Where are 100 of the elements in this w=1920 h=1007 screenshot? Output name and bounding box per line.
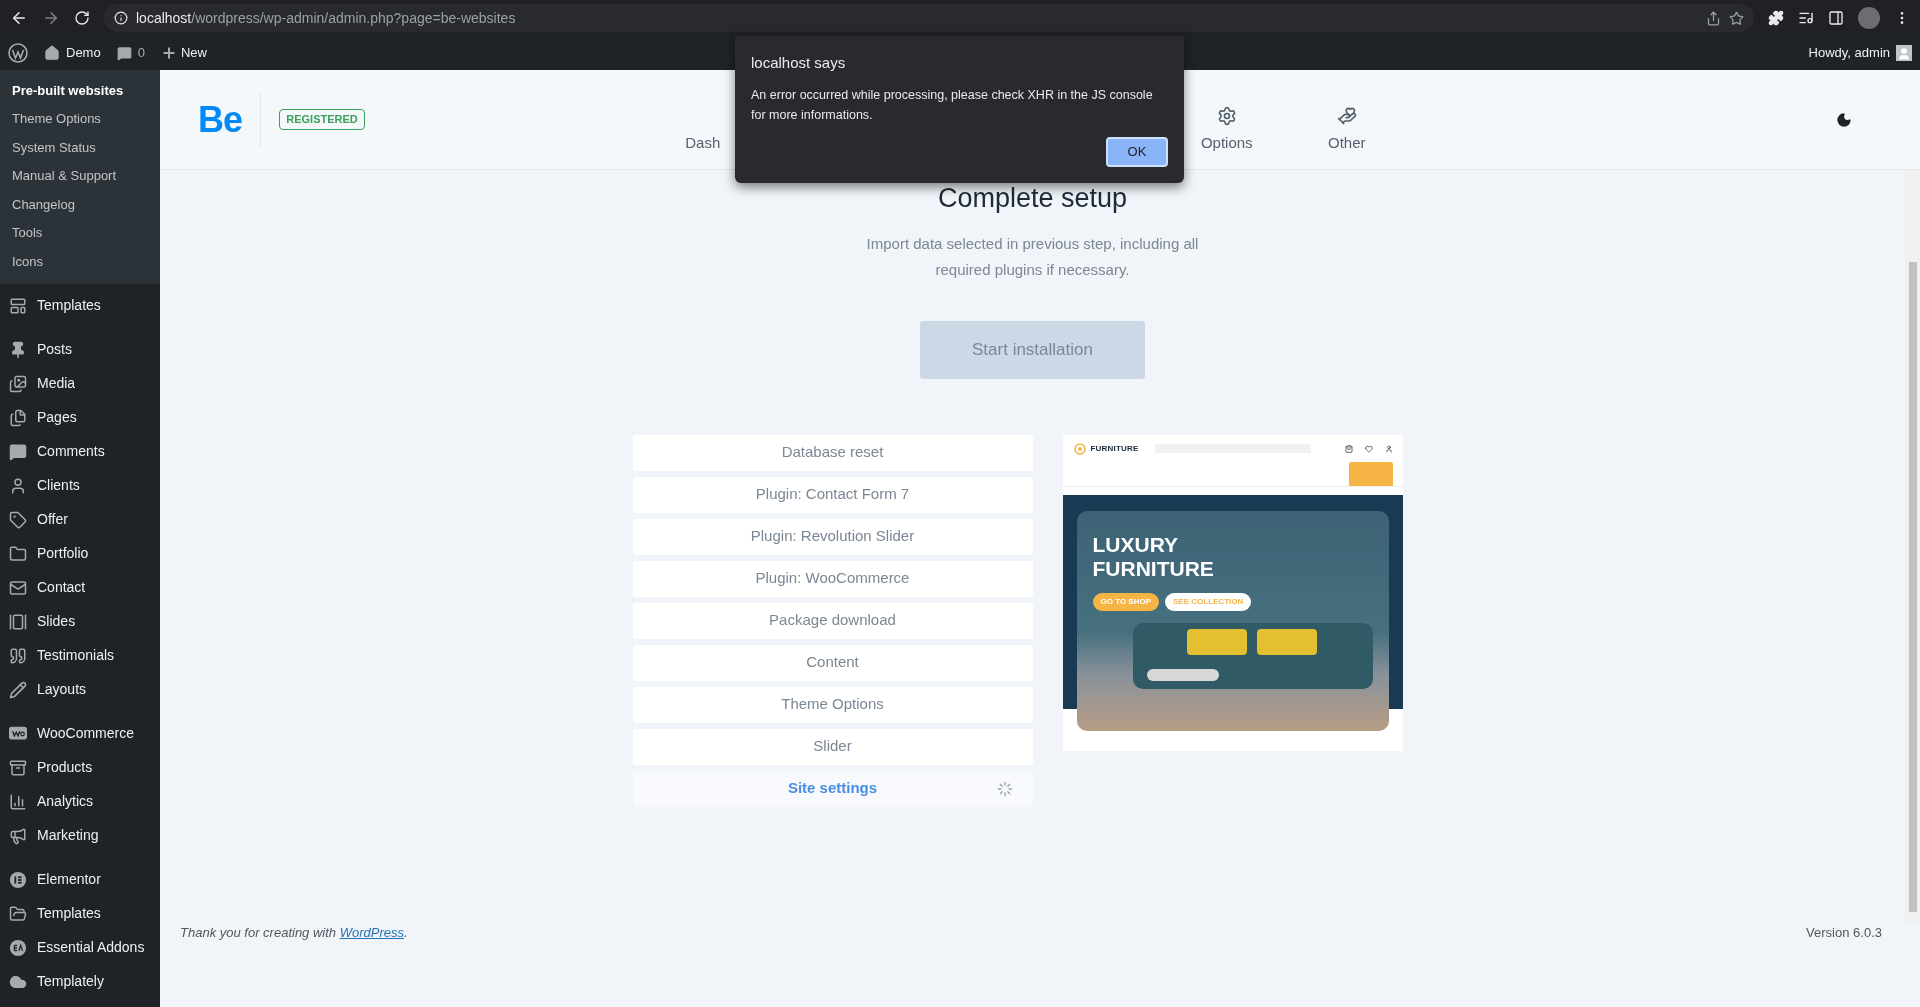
submenu-item[interactable]: Manual & Support [0,161,160,190]
forward-icon[interactable] [42,9,60,27]
woo-icon [9,725,27,742]
setup-step: Package download [632,602,1033,639]
share-icon[interactable] [1706,10,1721,26]
footer-text: Thank you for creating with WordPress. [180,924,408,942]
media-list-icon[interactable] [1798,10,1814,26]
reload-icon[interactable] [74,10,90,26]
pencil-icon [9,680,27,699]
info-icon [114,11,128,25]
folder-icon [9,544,27,563]
dialog-message: An error occurred while processing, please check XHR in the JS console for more informations. [751,86,1154,124]
hand-heart-icon [1336,106,1357,126]
menu-item[interactable]: Comments [0,434,160,469]
nav-tab[interactable]: Other [1306,106,1387,155]
setup-step: Plugin: WooCommerce [632,560,1033,597]
menu-item[interactable]: Media [0,366,160,401]
comment-icon [9,442,27,461]
elementor-icon [9,869,27,890]
mail-icon [9,578,27,597]
setup-step: Database reset [632,434,1033,471]
plus-icon [160,45,177,61]
submenu-item[interactable]: Icons [0,247,160,276]
images-icon [9,374,27,393]
thumbnail-brand: FURNITURE [1090,442,1139,455]
dialog-title: localhost says [751,53,847,73]
bag-icon [1344,444,1353,453]
nav-tab[interactable]: Options [1186,106,1267,155]
ok-button[interactable]: OK [1106,136,1168,167]
thumbnail-button: GO TO SHOP [1092,592,1160,611]
submenu-item[interactable]: Theme Options [0,104,160,133]
back-icon[interactable] [10,9,28,27]
dark-mode-icon[interactable] [1836,111,1852,128]
thumbnail-headline: FURNITURE [1092,556,1215,581]
setup-step: Plugin: Contact Form 7 [632,476,1033,513]
thumbnail-headline: LUXURY [1092,532,1180,557]
tag-icon [9,510,27,529]
archive-icon [9,758,27,777]
new-link[interactable]: New [160,43,207,63]
setup-step: Site settings [632,770,1033,807]
quote-icon [9,646,27,665]
url-text: localhost/wordpress/wp-admin/admin.php?page=be-websites [136,8,516,28]
submenu-item[interactable]: Changelog [0,190,160,219]
setup-step: Content [632,644,1033,681]
megaphone-icon [9,826,27,845]
loading-spinner-icon [996,780,1013,797]
menu-item[interactable]: Essential Addons [0,930,160,965]
version-text: Version 6.0.3 [1806,924,1882,942]
menu-item[interactable]: Products [0,750,160,785]
settings-icon [1216,106,1237,126]
submenu-item[interactable]: Pre-built websites [0,76,160,105]
wordpress-logo-icon[interactable] [8,43,28,63]
menu-item[interactable]: Marketing [0,818,160,853]
pages-icon [9,408,27,427]
wordpress-link[interactable]: WordPress [339,925,404,940]
setup-step: Slider [632,728,1033,765]
star-icon[interactable] [1729,10,1744,26]
be-logo: Be [198,92,262,147]
registered-badge: REGISTERED [279,109,365,130]
menu-item[interactable]: WooCommerce [0,716,160,751]
menu-item[interactable]: Templately [0,964,160,999]
menu-item[interactable]: Clients [0,468,160,503]
menu-item[interactable]: Contact [0,570,160,605]
menu-item[interactable]: Posts [0,332,160,367]
menu-item[interactable]: Templates [0,288,160,323]
menu-item[interactable]: Analytics [0,784,160,819]
menu-item[interactable]: Pages [0,400,160,435]
person-icon [9,476,27,495]
address-bar[interactable]: localhost/wordpress/wp-admin/admin.php?page=be-websites [104,4,1754,32]
account-link[interactable]: Howdy, admin [1808,43,1912,63]
menu-item[interactable]: Elementor [0,862,160,897]
extensions-icon[interactable] [1768,10,1784,26]
menu-item[interactable]: Layouts [0,672,160,707]
comment-icon [116,45,132,61]
folder-open-icon [9,904,27,923]
thumbnail-button: SEE COLLECTION [1165,592,1252,611]
submenu-item[interactable]: Tools [0,218,160,247]
comments-link[interactable]: 0 [116,43,145,63]
home-icon [44,45,60,61]
website-thumbnail[interactable]: FURNITURE LUXURY FURNITURE GO TO SHOP SEE COLLECTION [1062,434,1403,751]
menu-item[interactable]: Slides [0,604,160,639]
flower-logo-icon [1072,442,1087,455]
setup-title: Complete setup [937,182,1128,215]
setup-description: Import data selected in previous step, including all required plugins if necessary. [865,233,1200,280]
menu-item[interactable]: Templates [0,896,160,931]
profile-avatar[interactable] [1858,7,1880,29]
circle-logo-icon [9,937,27,958]
thumbnail-sales-tab [1348,461,1393,486]
setup-step: Plugin: Revolution Slider [632,518,1033,555]
heart-icon [1364,444,1373,453]
templates-icon [9,296,27,315]
slides-icon [9,612,27,631]
side-panel-icon[interactable] [1828,10,1844,26]
submenu-item[interactable]: System Status [0,133,160,162]
menu-item[interactable]: Offer [0,502,160,537]
menu-item[interactable]: Testimonials [0,638,160,673]
pin-icon [9,340,27,359]
menu-item[interactable]: Portfolio [0,536,160,571]
site-link[interactable]: Demo [44,43,101,63]
avatar-icon [1896,45,1912,61]
